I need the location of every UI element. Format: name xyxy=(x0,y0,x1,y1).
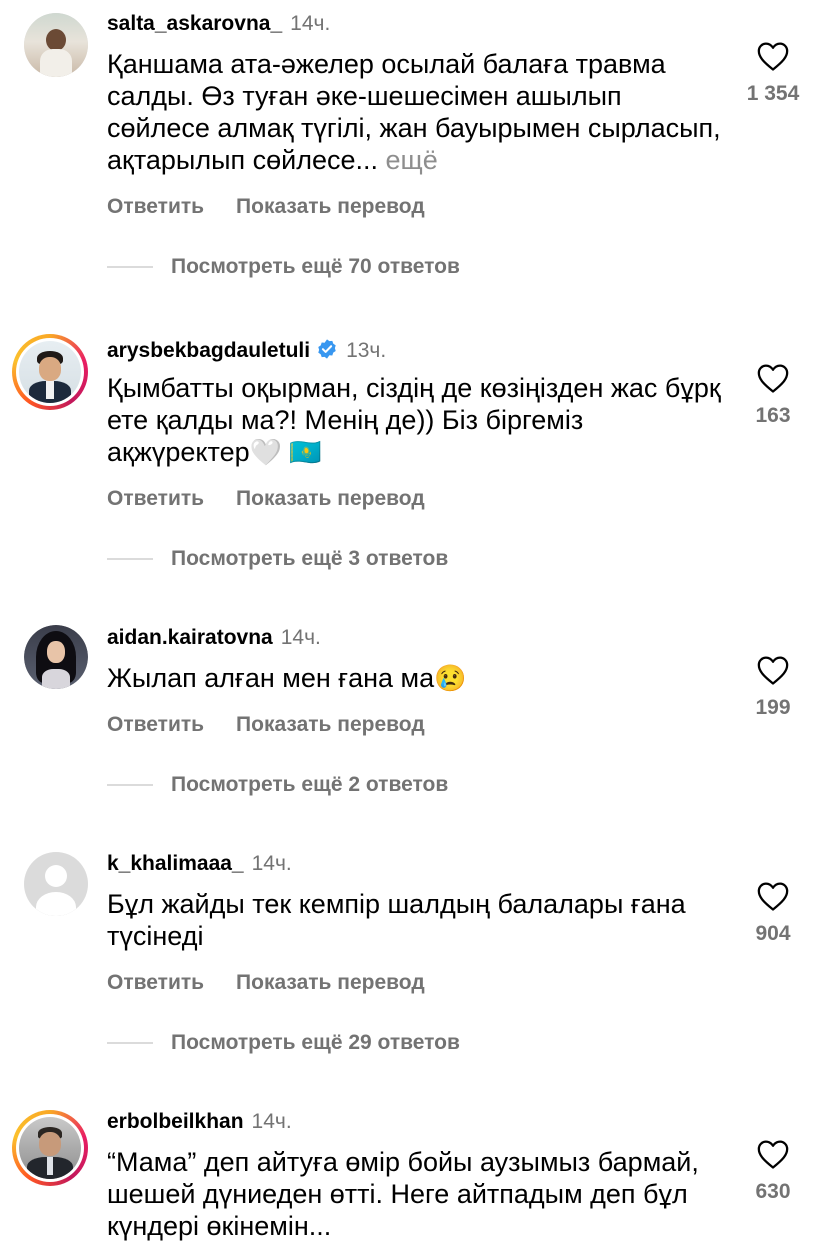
timestamp: 14ч. xyxy=(290,12,331,35)
like-count: 904 xyxy=(755,922,791,945)
default-avatar-icon[interactable] xyxy=(24,852,88,916)
reply-button[interactable]: Ответить xyxy=(107,487,204,510)
comment-body: Жылап алған мен ғана ма xyxy=(107,663,435,693)
show-translation-button[interactable]: Показать перевод xyxy=(236,195,425,218)
replies-divider xyxy=(107,1042,153,1044)
timestamp: 14ч. xyxy=(280,626,321,649)
replies-divider xyxy=(107,784,153,786)
show-translation-button[interactable]: Показать перевод xyxy=(236,713,425,736)
username[interactable]: aidan.kairatovna xyxy=(107,626,273,649)
replies-divider xyxy=(107,558,153,560)
comment-text: “Мама” деп айтуға өмір бойы аузымыз барм… xyxy=(107,1146,727,1242)
reply-button[interactable]: Ответить xyxy=(107,195,204,218)
username[interactable]: salta_askarovna_ xyxy=(107,12,282,35)
comment-text: Жылап алған мен ғана ма😢 xyxy=(107,662,727,694)
username[interactable]: erbolbeilkhan xyxy=(107,1110,244,1133)
comment-body: Бұл жайды тек кемпір шалдың балалары ған… xyxy=(107,889,686,951)
emoji-crying: 😢 xyxy=(434,663,467,693)
emoji-heart-flag: 🤍 🇰🇿 xyxy=(249,437,322,467)
timestamp: 13ч. xyxy=(346,339,387,362)
view-replies-label[interactable]: Посмотреть ещё 70 ответов xyxy=(171,255,460,279)
view-replies[interactable]: Посмотреть ещё 3 ответов xyxy=(107,547,448,571)
avatar[interactable] xyxy=(24,13,88,77)
reply-button[interactable]: Ответить xyxy=(107,713,204,736)
avatar[interactable] xyxy=(12,334,88,410)
view-replies[interactable]: Посмотреть ещё 2 ответов xyxy=(107,773,448,797)
comment-text: Бұл жайды тек кемпір шалдың балалары ған… xyxy=(107,888,727,952)
heart-outline-icon[interactable] xyxy=(756,1138,790,1170)
like-count: 630 xyxy=(755,1180,791,1203)
view-replies-label[interactable]: Посмотреть ещё 29 ответов xyxy=(171,1031,460,1055)
username[interactable]: arysbekbagdauletuli xyxy=(107,339,310,362)
like-count: 163 xyxy=(755,404,791,427)
view-replies[interactable]: Посмотреть ещё 70 ответов xyxy=(107,255,460,279)
comment-body: Қымбатты оқырман, сіздің де көзіңізден ж… xyxy=(107,373,721,467)
reply-button[interactable]: Ответить xyxy=(107,971,204,994)
avatar[interactable] xyxy=(24,625,88,689)
comment-text: Қымбатты оқырман, сіздің де көзіңізден ж… xyxy=(107,372,727,468)
comment-body: “Мама” деп айтуға өмір бойы аузымыз барм… xyxy=(107,1147,699,1241)
show-translation-button[interactable]: Показать перевод xyxy=(236,487,425,510)
heart-outline-icon[interactable] xyxy=(756,880,790,912)
heart-outline-icon[interactable] xyxy=(756,40,790,72)
replies-divider xyxy=(107,266,153,268)
more-link[interactable]: ещё xyxy=(386,145,438,175)
verified-badge-icon xyxy=(318,339,336,359)
heart-outline-icon[interactable] xyxy=(756,362,790,394)
timestamp: 14ч. xyxy=(251,852,292,875)
view-replies-label[interactable]: Посмотреть ещё 2 ответов xyxy=(171,773,448,797)
view-replies[interactable]: Посмотреть ещё 29 ответов xyxy=(107,1031,460,1055)
username[interactable]: k_khalimaaa_ xyxy=(107,852,244,875)
comment-text: Қаншама ата-әжелер осылай балаға травма … xyxy=(107,48,727,176)
like-count: 199 xyxy=(755,696,791,719)
show-translation-button[interactable]: Показать перевод xyxy=(236,971,425,994)
like-count: 1 354 xyxy=(746,82,800,105)
view-replies-label[interactable]: Посмотреть ещё 3 ответов xyxy=(171,547,448,571)
avatar[interactable] xyxy=(12,1110,88,1186)
timestamp: 14ч. xyxy=(251,1110,292,1133)
heart-outline-icon[interactable] xyxy=(756,654,790,686)
